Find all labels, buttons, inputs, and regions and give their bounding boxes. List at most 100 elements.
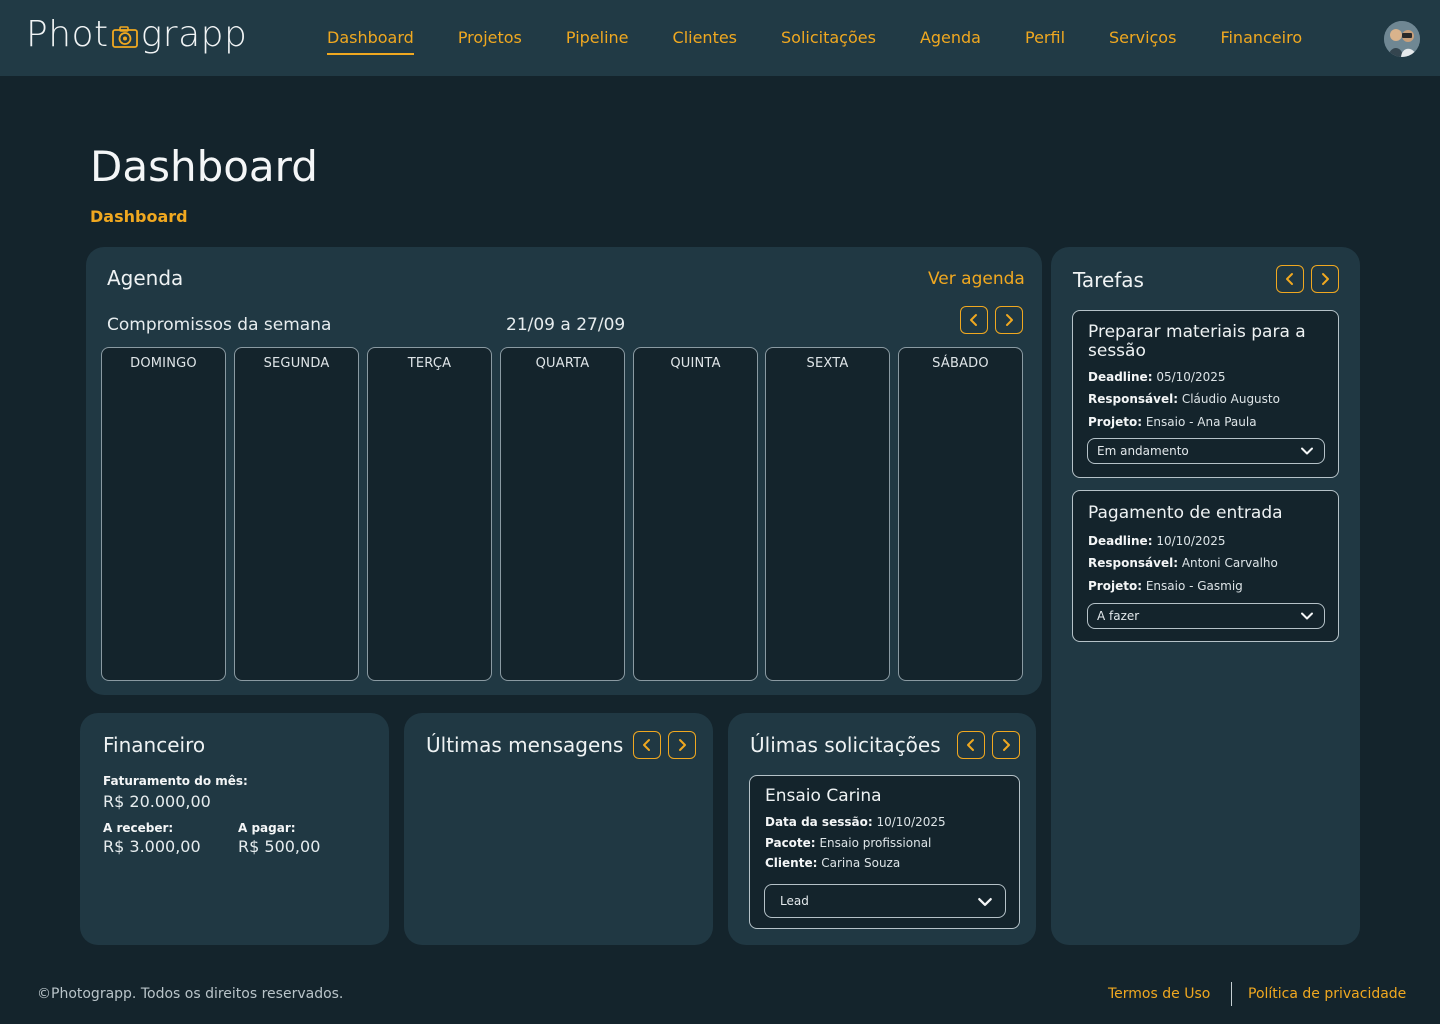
nav-item-perfil[interactable]: Perfil xyxy=(1025,28,1065,47)
main-nav: Dashboard Projetos Pipeline Clientes Sol… xyxy=(327,28,1302,55)
task-project: Projeto: Ensaio - Gasmig xyxy=(1088,579,1243,593)
day-column-segunda[interactable]: SEGUNDA xyxy=(234,347,359,681)
tasks-next-button[interactable] xyxy=(1311,265,1339,293)
request-package: Pacote: Ensaio profissional xyxy=(765,836,931,850)
request-package-value: Ensaio profissional xyxy=(819,836,932,850)
chevron-left-icon xyxy=(1286,273,1293,285)
day-label: SEXTA xyxy=(806,356,849,371)
task-card[interactable]: Preparar materiais para a sessão Deadlin… xyxy=(1072,310,1339,478)
day-column-quarta[interactable]: QUARTA xyxy=(500,347,625,681)
nav-item-projetos[interactable]: Projetos xyxy=(458,28,522,47)
footer-privacy-link[interactable]: Política de privacidade xyxy=(1248,986,1406,1002)
chevron-right-icon xyxy=(1006,314,1013,326)
finance-payable-label: A pagar: xyxy=(238,821,296,835)
task-owner-label: Responsável: xyxy=(1088,392,1179,406)
task-title: Pagamento de entrada xyxy=(1088,503,1283,523)
chevron-right-icon xyxy=(1322,273,1329,285)
task-deadline-value: 10/10/2025 xyxy=(1156,534,1226,548)
request-package-label: Pacote: xyxy=(765,836,816,850)
request-title: Ensaio Carina xyxy=(765,786,882,806)
messages-title: Últimas mensagens xyxy=(426,733,624,757)
task-status-value: A fazer xyxy=(1097,609,1140,623)
finance-revenue-label: Faturamento do mês: xyxy=(103,774,248,788)
finance-revenue-value: R$ 20.000,00 xyxy=(103,792,211,811)
task-owner-value: Antoni Carvalho xyxy=(1181,556,1278,570)
task-project-label: Projeto: xyxy=(1088,415,1142,429)
task-deadline-value: 05/10/2025 xyxy=(1156,370,1226,384)
request-status-value: Lead xyxy=(780,894,809,908)
nav-item-financeiro[interactable]: Financeiro xyxy=(1220,28,1302,47)
top-nav-bar: Phot grapp Dashboard Projetos Pipeline C… xyxy=(0,0,1440,76)
day-label: QUARTA xyxy=(535,356,590,371)
day-label: SÁBADO xyxy=(932,356,989,371)
nav-item-agenda[interactable]: Agenda xyxy=(920,28,981,47)
brand-name-left: Phot xyxy=(26,14,109,55)
request-date-value: 10/10/2025 xyxy=(876,815,946,829)
task-deadline-label: Deadline: xyxy=(1088,370,1153,384)
nav-item-clientes[interactable]: Clientes xyxy=(673,28,738,47)
brand-name-right: grapp xyxy=(140,14,248,55)
request-date: Data da sessão: 10/10/2025 xyxy=(765,815,946,829)
brand-logo[interactable]: Phot grapp xyxy=(26,14,247,55)
nav-item-servicos[interactable]: Serviços xyxy=(1109,28,1176,47)
request-date-label: Data da sessão: xyxy=(765,815,873,829)
agenda-next-button[interactable] xyxy=(995,306,1023,334)
finance-title: Financeiro xyxy=(103,733,206,757)
task-title: Preparar materiais para a sessão xyxy=(1088,322,1306,361)
nav-item-dashboard[interactable]: Dashboard xyxy=(327,28,414,55)
chevron-down-icon xyxy=(978,898,992,906)
agenda-subtitle: Compromissos da semana xyxy=(107,315,332,335)
task-deadline: Deadline: 05/10/2025 xyxy=(1088,370,1226,384)
day-column-quinta[interactable]: QUINTA xyxy=(633,347,758,681)
day-column-domingo[interactable]: DOMINGO xyxy=(101,347,226,681)
task-status-select[interactable]: A fazer xyxy=(1087,603,1325,629)
footer-divider xyxy=(1231,982,1232,1006)
requests-title: Úlimas solicitações xyxy=(750,733,941,757)
task-project-value: Ensaio - Gasmig xyxy=(1145,579,1243,593)
requests-next-button[interactable] xyxy=(992,731,1020,759)
task-deadline: Deadline: 10/10/2025 xyxy=(1088,534,1226,548)
task-owner: Responsável: Cláudio Augusto xyxy=(1088,392,1280,406)
day-label: QUINTA xyxy=(670,356,721,371)
camera-icon xyxy=(110,20,140,50)
request-card[interactable]: Ensaio Carina Data da sessão: 10/10/2025… xyxy=(749,775,1020,929)
chevron-right-icon xyxy=(1003,739,1010,751)
request-client-label: Cliente: xyxy=(765,856,818,870)
page-title: Dashboard xyxy=(90,142,318,191)
finance-receivable-label: A receber: xyxy=(103,821,174,835)
chevron-left-icon xyxy=(970,314,977,326)
request-client: Cliente: Carina Souza xyxy=(765,856,900,870)
task-card[interactable]: Pagamento de entrada Deadline: 10/10/202… xyxy=(1072,490,1339,642)
ver-agenda-link[interactable]: Ver agenda xyxy=(928,269,1025,289)
messages-prev-button[interactable] xyxy=(633,731,661,759)
day-column-terca[interactable]: TERÇA xyxy=(367,347,492,681)
tasks-prev-button[interactable] xyxy=(1276,265,1304,293)
day-label: SEGUNDA xyxy=(263,356,330,371)
task-owner-label: Responsável: xyxy=(1088,556,1179,570)
tasks-title: Tarefas xyxy=(1073,268,1144,292)
chevron-down-icon xyxy=(1301,612,1313,620)
day-column-sexta[interactable]: SEXTA xyxy=(765,347,890,681)
requests-prev-button[interactable] xyxy=(957,731,985,759)
messages-next-button[interactable] xyxy=(668,731,696,759)
task-project: Projeto: Ensaio - Ana Paula xyxy=(1088,415,1257,429)
agenda-prev-button[interactable] xyxy=(960,306,988,334)
nav-item-solicitacoes[interactable]: Solicitações xyxy=(781,28,876,47)
task-status-select[interactable]: Em andamento xyxy=(1087,438,1325,464)
chevron-left-icon xyxy=(967,739,974,751)
request-status-select[interactable]: Lead xyxy=(764,884,1006,918)
nav-item-pipeline[interactable]: Pipeline xyxy=(566,28,629,47)
footer-terms-link[interactable]: Termos de Uso xyxy=(1108,986,1210,1002)
task-status-value: Em andamento xyxy=(1097,444,1189,458)
chevron-down-icon xyxy=(1301,447,1313,455)
task-project-value: Ensaio - Ana Paula xyxy=(1145,415,1257,429)
task-owner-value: Cláudio Augusto xyxy=(1181,392,1280,406)
user-avatar[interactable] xyxy=(1384,21,1420,57)
request-client-value: Carina Souza xyxy=(821,856,901,870)
finance-receivable-value: R$ 3.000,00 xyxy=(103,837,201,856)
day-column-sabado[interactable]: SÁBADO xyxy=(898,347,1023,681)
day-label: TERÇA xyxy=(407,356,452,371)
breadcrumb[interactable]: Dashboard xyxy=(90,207,188,226)
task-owner: Responsável: Antoni Carvalho xyxy=(1088,556,1278,570)
chevron-left-icon xyxy=(643,739,650,751)
